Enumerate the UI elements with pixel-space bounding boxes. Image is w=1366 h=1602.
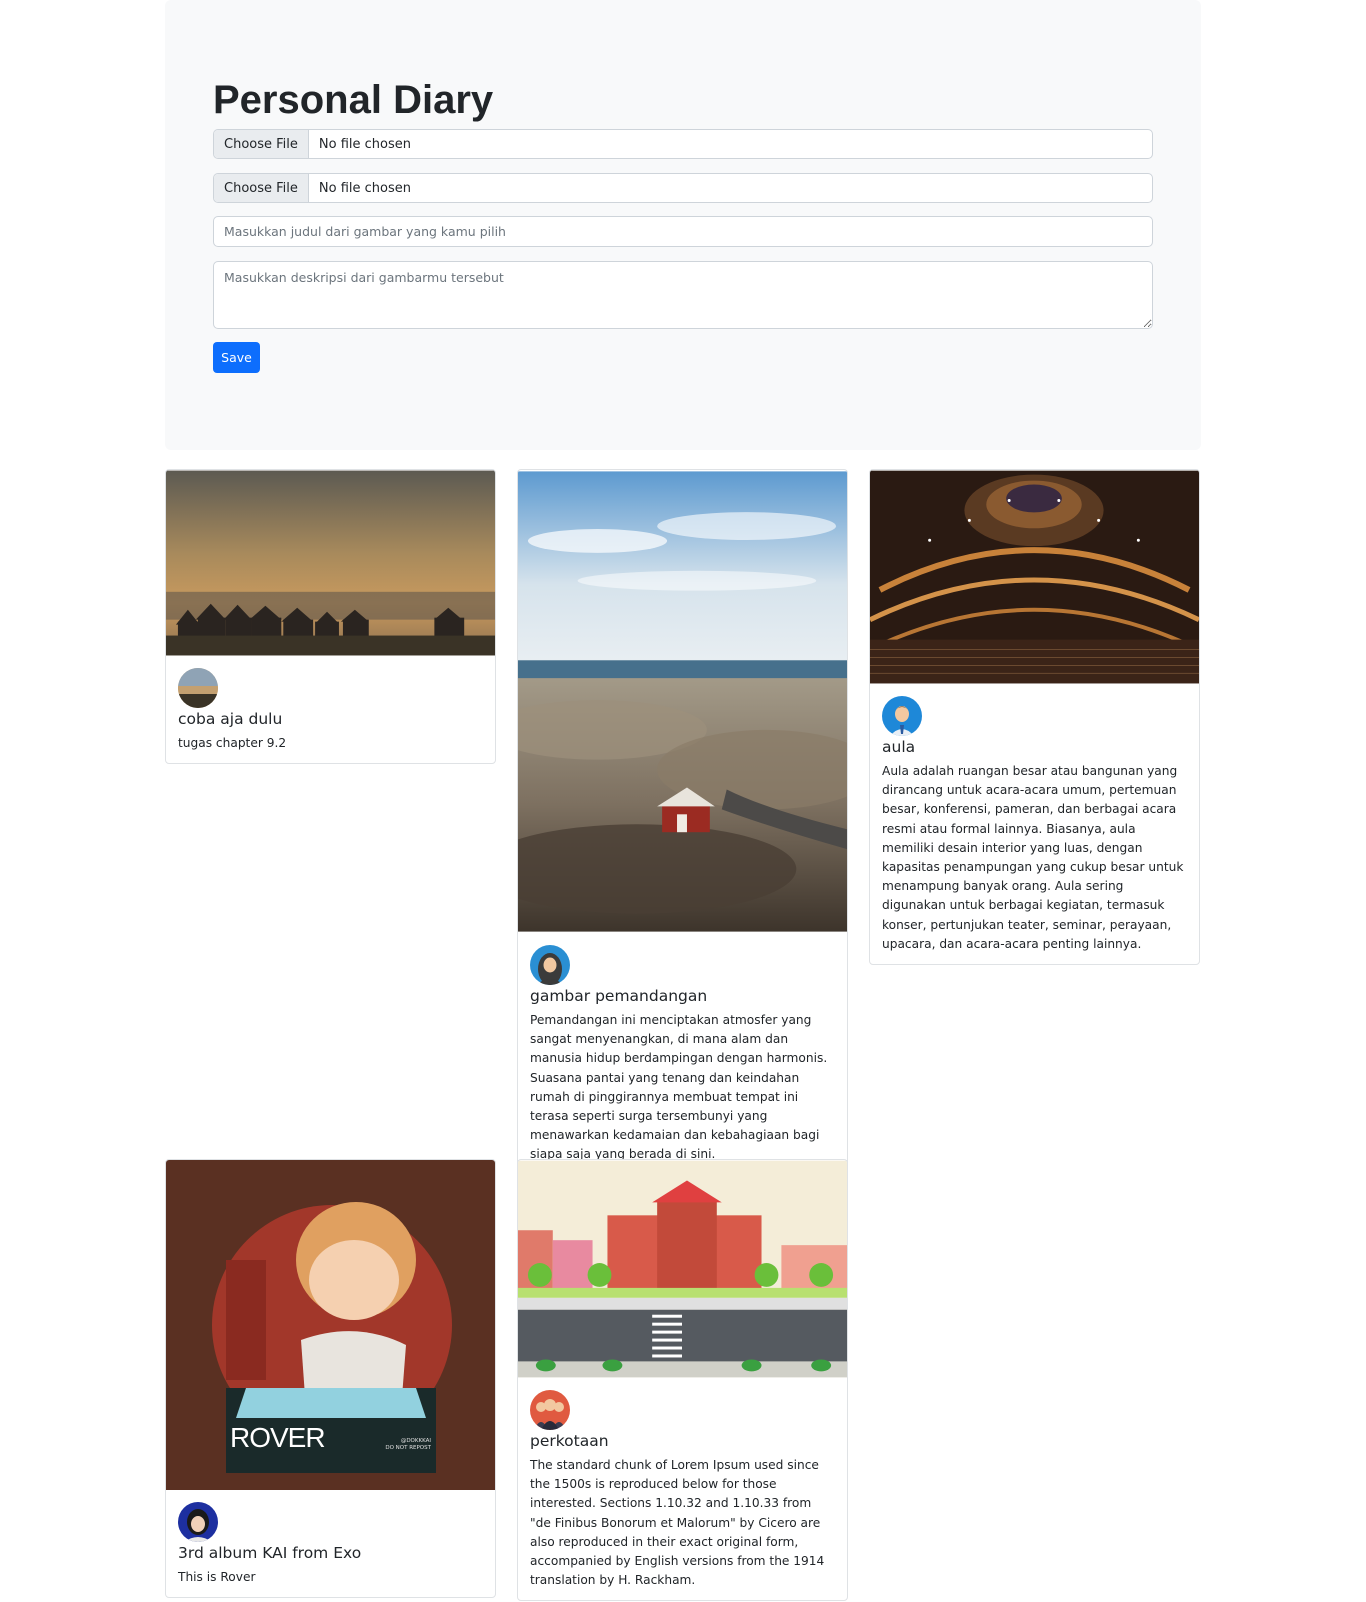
file-status: No file chosen <box>318 136 411 152</box>
description-textarea[interactable] <box>213 261 1153 329</box>
card-title: aula <box>882 738 916 756</box>
diary-card: aula Aula adalah ruangan besar atau bang… <box>869 469 1200 966</box>
title-input[interactable] <box>213 216 1153 247</box>
card-image-coastal-village <box>166 470 495 656</box>
save-button[interactable]: Save <box>213 342 260 373</box>
card-image-rocky-coast <box>518 471 847 932</box>
card-text: Aula adalah ruangan besar atau bangunan … <box>882 764 1184 951</box>
card-image-rover-album: ROVER @DOKKKAI DO NOT REPOST <box>166 1160 495 1490</box>
card-title: coba aja dulu <box>178 710 283 728</box>
card-image-concert-hall <box>870 470 1199 684</box>
diary-card: ROVER @DOKKKAI DO NOT REPOST 3rd album K… <box>165 1159 496 1599</box>
card-title: 3rd album KAI from Exo <box>178 1544 362 1562</box>
watermark-text: @DOKKKAI DO NOT REPOST <box>385 1438 431 1451</box>
rover-illustration <box>166 1160 495 1490</box>
diary-card: perkotaan The standard chunk of Lorem Ip… <box>517 1159 848 1602</box>
diary-card: coba aja dulu tugas chapter 9.2 <box>165 469 496 765</box>
card-text: The standard chunk of Lorem Ipsum used s… <box>530 1458 825 1588</box>
card-text: Pemandangan ini menciptakan atmosfer yan… <box>530 1013 828 1162</box>
choose-file-button[interactable]: Choose File <box>214 174 309 202</box>
card-text: This is Rover <box>178 1570 256 1584</box>
file-status: No file chosen <box>318 180 411 196</box>
avatar <box>530 945 570 985</box>
file-input-1[interactable]: Choose File No file chosen <box>213 129 1153 159</box>
avatar <box>882 696 922 736</box>
card-title: perkotaan <box>530 1432 609 1450</box>
file-input-2[interactable]: Choose File No file chosen <box>213 173 1153 203</box>
card-title: gambar pemandangan <box>530 987 708 1005</box>
choose-file-button[interactable]: Choose File <box>214 130 309 158</box>
card-image-city-street <box>518 1160 847 1378</box>
avatar <box>178 668 218 708</box>
avatar <box>530 1390 570 1430</box>
album-title-text: ROVER <box>230 1422 326 1453</box>
card-text: tugas chapter 9.2 <box>178 736 287 750</box>
diary-card: gambar pemandangan Pemandangan ini menci… <box>517 469 848 1176</box>
avatar <box>178 1502 218 1542</box>
page-title: Personal Diary <box>213 78 494 122</box>
